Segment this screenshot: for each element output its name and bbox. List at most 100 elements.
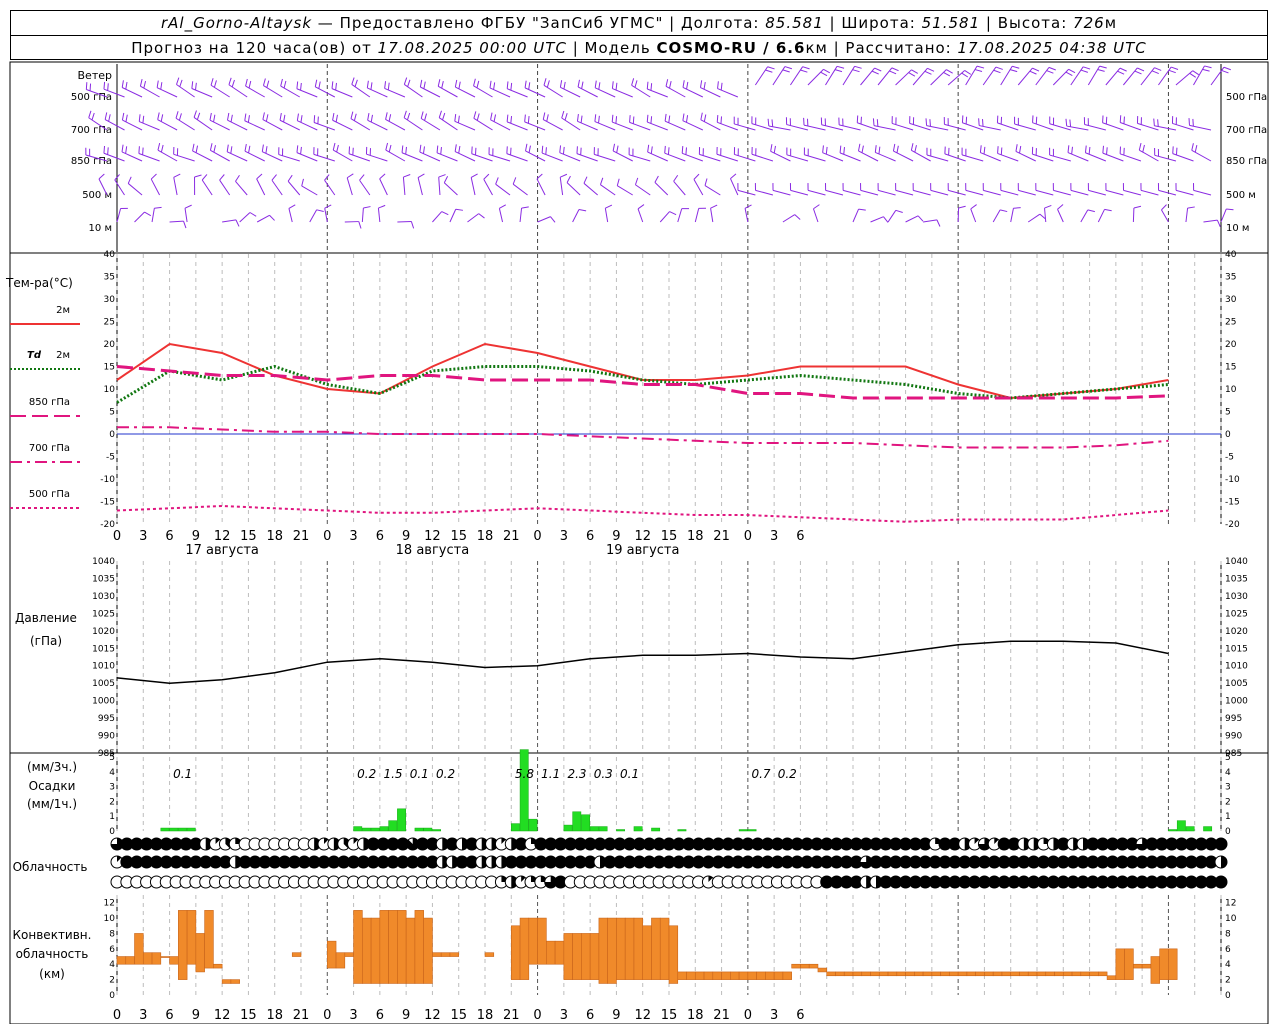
- wind-barb: [825, 65, 845, 86]
- pres-tick-left: 1015: [92, 644, 115, 654]
- wind-barb: [682, 80, 704, 98]
- hour-tick-conv: 18: [477, 1008, 494, 1023]
- wind-barb: [1052, 68, 1076, 86]
- hour-tick-temp: 12: [214, 529, 231, 544]
- wind-barb: [874, 145, 896, 162]
- pres-tick-left: 1020: [92, 627, 115, 637]
- hour-tick-temp: 9: [612, 529, 620, 544]
- precip-units-1h: (мм/1ч.): [27, 797, 77, 811]
- wind-barb: [682, 113, 704, 131]
- precip-title: Осадки: [29, 779, 76, 793]
- wind-barb: [604, 204, 613, 223]
- pres-tick-left: 995: [98, 714, 115, 724]
- conv-bar: [747, 971, 757, 980]
- hour-tick-temp: 0: [533, 529, 541, 544]
- wind-barb: [751, 146, 774, 162]
- conv-bar: [1098, 971, 1108, 977]
- wind-barb: [1044, 204, 1052, 223]
- wind-barb: [803, 147, 826, 162]
- wind-barb: [1175, 70, 1200, 86]
- conv-bar: [1168, 948, 1178, 980]
- wind-barb: [438, 174, 446, 196]
- pres-tick-right: 1000: [1225, 697, 1248, 707]
- conv-bar: [414, 910, 424, 984]
- hour-tick-conv: 6: [376, 1008, 384, 1023]
- wind-barb: [331, 81, 353, 98]
- conv-bar: [686, 971, 696, 980]
- pres-tick-right: 1040: [1225, 557, 1248, 567]
- wind-barb: [1140, 183, 1159, 196]
- wind-barb: [654, 175, 669, 196]
- precip-tick-left: 4: [109, 768, 115, 778]
- wind-barb: [403, 110, 423, 131]
- wind-barb: [420, 111, 441, 131]
- wind-barb: [1140, 67, 1162, 86]
- wind-barb: [1172, 146, 1194, 162]
- conv-tick-left: 12: [104, 899, 115, 909]
- wind-barb: [1175, 183, 1194, 196]
- wind-barb: [754, 66, 775, 86]
- convective-panel: 12 12 10 10 8 8 6 6 4 4 2 2 0 0 Конвективн. облачность (…: [13, 899, 1237, 1023]
- wind-barb: [910, 143, 931, 162]
- precip-3h-label: 0.3: [594, 767, 613, 781]
- wind-barb: [536, 173, 546, 196]
- pres-tick-left: 990: [98, 732, 115, 742]
- conv-bar: [291, 952, 302, 957]
- hour-tick-conv: 0: [533, 1008, 541, 1023]
- hour-tick-temp: 3: [770, 529, 778, 544]
- wind-barb: [524, 80, 546, 98]
- precip-bar: [528, 818, 538, 832]
- conv-bar: [186, 910, 197, 965]
- hour-tick-temp: 6: [796, 529, 804, 544]
- cloud-okta-fill: [1221, 856, 1227, 868]
- temp-tick-right: 20: [1225, 340, 1237, 350]
- wind-barb: [852, 208, 866, 223]
- conv-bar: [195, 933, 205, 973]
- wind-barb: [665, 79, 686, 98]
- conv-bar: [659, 917, 670, 980]
- wind-barb: [870, 216, 889, 223]
- hour-tick-conv: 12: [634, 1008, 651, 1023]
- precip-3h-label: 2.3: [567, 767, 586, 781]
- precip-bar: [414, 827, 424, 832]
- wind-barb: [470, 173, 478, 196]
- wind-barb: [1000, 183, 1019, 196]
- precip-bar: [738, 829, 748, 832]
- wind-barb: [313, 147, 335, 162]
- conv-bar: [1001, 971, 1012, 977]
- temp-tick-left: 35: [104, 273, 115, 283]
- wind-barb: [1057, 204, 1064, 223]
- wind-barb: [842, 183, 861, 196]
- conv-bar: [756, 971, 766, 980]
- wind-barb: [1035, 183, 1054, 196]
- wind-barb: [541, 145, 563, 162]
- wind-barb: [1220, 208, 1234, 223]
- wind-level-label-right: 500 м: [1226, 190, 1256, 201]
- precip-tick-left: 2: [109, 797, 115, 807]
- wind-barb: [754, 183, 774, 196]
- hour-tick-temp: 6: [376, 529, 384, 544]
- conv-bar: [370, 917, 381, 984]
- hour-tick-temp: 3: [560, 529, 568, 544]
- precip-tick-right: 0: [1225, 827, 1231, 837]
- conv-bar: [949, 971, 959, 977]
- conv-bar: [213, 963, 223, 969]
- conv-bar: [581, 933, 591, 980]
- wind-level-label-right: 850 гПа: [1226, 156, 1267, 167]
- hour-tick-temp: 3: [139, 529, 147, 544]
- precip-tick-left: 3: [109, 783, 115, 793]
- wind-barb: [449, 208, 464, 223]
- wind-barb: [228, 77, 248, 98]
- conv-bar: [537, 917, 547, 965]
- hour-tick-conv: 0: [113, 1008, 121, 1023]
- wind-barb: [169, 220, 187, 229]
- wind-barb: [235, 174, 248, 196]
- wind-barb: [191, 81, 213, 98]
- legend-label: 500 гПа: [29, 489, 70, 500]
- conv-bar: [616, 917, 626, 980]
- wind-barb: [346, 173, 354, 196]
- temp-tick-right: 35: [1225, 273, 1236, 283]
- wind-barb: [909, 116, 931, 131]
- conv-bar: [1054, 971, 1064, 977]
- wind-barb: [887, 209, 903, 223]
